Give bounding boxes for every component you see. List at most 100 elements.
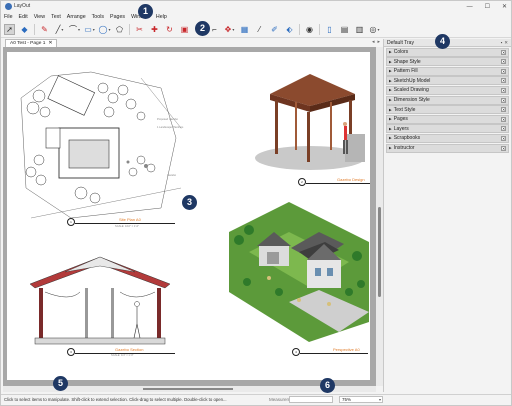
circle-icon[interactable]: ◯ ▾: [99, 24, 111, 35]
document-page[interactable]: Proposed Gazebo 1 Landscape Plantings Ga…: [7, 52, 370, 380]
tray-panel-scrapbooks[interactable]: ▶ Scrapbooks ✕: [386, 133, 509, 143]
eraser-icon[interactable]: ◆: [19, 24, 30, 35]
menu-text[interactable]: Text: [51, 14, 61, 20]
paint-icon[interactable]: ⬖: [284, 24, 295, 35]
tray-panel-list: ▶ Colors ✕ ▶ Shape Style ✕ ▶ Pattern Fill ✕ ▶ S…: [384, 47, 511, 153]
document-canvas[interactable]: Proposed Gazebo 1 Landscape Plantings Ga…: [3, 47, 376, 386]
panel-close-icon[interactable]: ✕: [501, 49, 506, 55]
panel-close-icon[interactable]: ✕: [501, 68, 506, 74]
app-logo-icon: [5, 3, 12, 10]
tab-scroll-right-icon[interactable]: ▸: [377, 39, 380, 45]
viewport-title-line: [75, 223, 175, 224]
site-plan-drawing[interactable]: [11, 68, 191, 228]
camera-icon[interactable]: ◉: [304, 24, 315, 35]
add-page-icon[interactable]: ▯: [324, 24, 335, 35]
duplicate-page-icon[interactable]: ▤: [339, 24, 350, 35]
panel-close-icon[interactable]: ✕: [501, 78, 506, 84]
arc-icon[interactable]: ⌒ ▾: [69, 24, 80, 35]
tray-panel-dimension-style[interactable]: ▶ Dimension Style ✕: [386, 95, 509, 105]
viewport-marker-2: 2: [298, 178, 306, 186]
offset-icon[interactable]: ▣: [179, 24, 190, 35]
panel-close-icon[interactable]: ✕: [501, 116, 506, 122]
panel-close-icon[interactable]: ✕: [501, 59, 506, 65]
panel-close-icon[interactable]: ✕: [501, 97, 506, 103]
line-icon[interactable]: ╱ ▾: [54, 24, 65, 35]
callout-badge-3: 3: [182, 195, 197, 210]
zoom-select[interactable]: 75% ▾: [339, 396, 383, 403]
document-tab[interactable]: A0 Test - Page 1 ✕: [5, 39, 58, 47]
pencil-icon[interactable]: ✎: [39, 24, 50, 35]
callout-badge-4: 4: [435, 34, 450, 49]
tray-panel-text-style[interactable]: ▶ Text Style ✕: [386, 105, 509, 115]
toolbar-separator: [34, 24, 35, 35]
tray-panel-instructor[interactable]: ▶ Instructor ✕: [386, 143, 509, 153]
menu-file[interactable]: File: [4, 14, 13, 20]
tray-pin-icon[interactable]: ▪: [501, 40, 503, 46]
menu-edit[interactable]: Edit: [19, 14, 28, 20]
vertical-scrollbar[interactable]: [376, 47, 383, 386]
panel-close-icon[interactable]: ✕: [501, 135, 506, 141]
sample-icon[interactable]: ✐: [269, 24, 280, 35]
tray-title: Default Tray: [387, 39, 414, 46]
menu-view[interactable]: View: [34, 14, 45, 20]
panel-close-icon[interactable]: ✕: [501, 107, 506, 113]
gazebo-section-drawing[interactable]: [25, 252, 175, 352]
split-icon[interactable]: ✂: [134, 24, 145, 35]
callout-badge-1: 1: [138, 4, 153, 19]
close-tab-icon[interactable]: ✕: [48, 40, 52, 47]
rotate-icon[interactable]: ↻: [164, 24, 175, 35]
expand-arrow-icon: ▶: [389, 107, 392, 112]
measurements-field[interactable]: [289, 396, 333, 403]
select-icon[interactable]: ➚: [4, 24, 15, 35]
tray-panel-shape-style[interactable]: ▶ Shape Style ✕: [386, 57, 509, 67]
expand-arrow-icon: ▶: [389, 146, 392, 151]
menu-tools[interactable]: Tools: [92, 14, 104, 20]
tab-scroll-left-icon[interactable]: ◂: [372, 39, 375, 45]
callout-badge-6: 6: [320, 378, 335, 393]
gazebo-design-render[interactable]: [255, 70, 365, 170]
expand-arrow-icon: ▶: [389, 126, 392, 131]
maximize-button[interactable]: ☐: [485, 3, 490, 10]
expand-arrow-icon: ▶: [389, 98, 392, 103]
tray-close-icon[interactable]: ✕: [504, 40, 508, 46]
close-window-button[interactable]: ✕: [502, 3, 507, 10]
label-icon[interactable]: ⌐: [209, 24, 220, 35]
dimension-icon[interactable]: ✥ ▾: [224, 24, 235, 35]
viewport-scale-site-plan: SCALE: 1/16" = 1'-0": [115, 225, 140, 228]
delete-page-icon[interactable]: ▥: [354, 24, 365, 35]
tray-panel-pages[interactable]: ▶ Pages ✕: [386, 114, 509, 124]
tray-panel-pattern-fill[interactable]: ▶ Pattern Fill ✕: [386, 66, 509, 76]
expand-arrow-icon: ▶: [389, 88, 392, 93]
horizontal-scroll-thumb[interactable]: [143, 388, 233, 390]
tray-panel-scaled-drawing[interactable]: ▶ Scaled Drawing ✕: [386, 85, 509, 95]
tray-panel-colors[interactable]: ▶ Colors ✕: [386, 47, 509, 57]
panel-close-icon[interactable]: ✕: [501, 126, 506, 132]
title-bar: LayOut — ☐ ✕: [1, 1, 511, 12]
panel-close-icon[interactable]: ✕: [501, 145, 506, 151]
expand-arrow-icon: ▶: [389, 50, 392, 55]
vertical-scroll-thumb[interactable]: [378, 207, 381, 297]
rectangle-icon[interactable]: ▭ ▾: [84, 24, 95, 35]
viewport-scale-gazebo-section: SCALE: 1/4" = 1'-0": [111, 354, 134, 357]
minimize-button[interactable]: —: [467, 4, 473, 10]
menu-arrange[interactable]: Arrange: [67, 14, 86, 20]
presentation-icon[interactable]: ◎ ▾: [369, 24, 380, 35]
tray-panel-label: Pages: [393, 116, 408, 123]
perspective-render[interactable]: [229, 192, 369, 342]
viewport-title-gazebo-design: Gazebo Design: [337, 177, 365, 182]
join-icon[interactable]: ✚: [149, 24, 160, 35]
site-label-gazebo: Proposed Gazebo: [157, 118, 178, 121]
tray-panel-layers[interactable]: ▶ Layers ✕: [386, 124, 509, 134]
menu-help[interactable]: Help: [156, 14, 167, 20]
style-icon[interactable]: ⁄: [254, 24, 265, 35]
panel-close-icon[interactable]: ✕: [501, 87, 506, 93]
zoom-value: 75%: [342, 397, 352, 402]
table-icon[interactable]: ▦: [239, 24, 250, 35]
polygon-icon[interactable]: ⬠: [114, 24, 125, 35]
viewport-marker-1: 1: [67, 218, 75, 226]
tray-panel-sketchup-model[interactable]: ▶ SketchUp Model ✕: [386, 76, 509, 86]
viewport-marker-3: 3: [67, 348, 75, 356]
tray-panel-label: Instructor: [393, 145, 415, 152]
menu-pages[interactable]: Pages: [110, 14, 125, 20]
toolbar-separator: [319, 24, 320, 35]
